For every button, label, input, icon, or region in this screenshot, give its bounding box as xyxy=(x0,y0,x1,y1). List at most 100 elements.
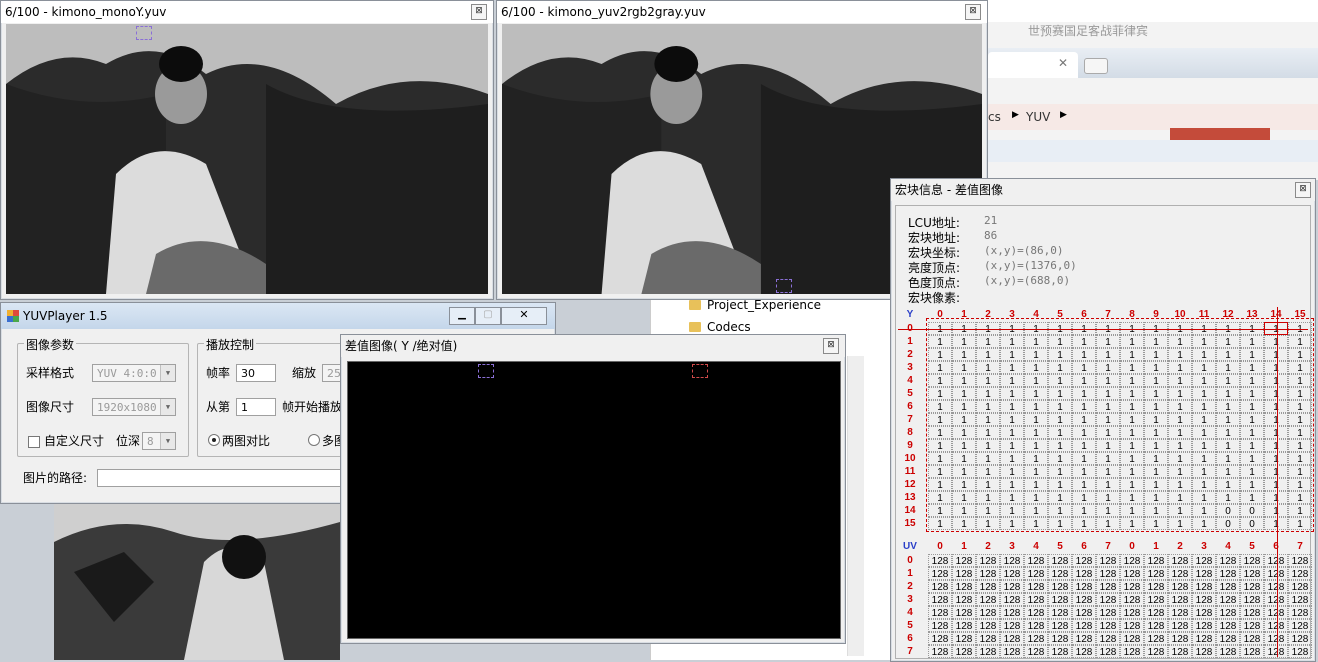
chroma-cell[interactable]: 128 xyxy=(1288,580,1312,593)
luma-cell[interactable]: 1 xyxy=(1072,465,1096,478)
chroma-cell[interactable]: 128 xyxy=(1240,554,1264,567)
chroma-cell[interactable]: 128 xyxy=(1144,580,1168,593)
luma-cell[interactable]: 1 xyxy=(1048,335,1072,348)
chroma-cell[interactable]: 128 xyxy=(1048,645,1072,658)
luma-cell[interactable]: 1 xyxy=(1240,335,1264,348)
chroma-cell[interactable]: 128 xyxy=(952,606,976,619)
chroma-cell[interactable]: 128 xyxy=(1048,554,1072,567)
luma-cell[interactable]: 1 xyxy=(1000,361,1024,374)
luma-cell[interactable]: 1 xyxy=(1144,374,1168,387)
luma-cell[interactable]: 1 xyxy=(952,504,976,517)
luma-cell[interactable]: 1 xyxy=(952,426,976,439)
luma-cell[interactable]: 1 xyxy=(928,517,952,530)
luma-cell[interactable]: 1 xyxy=(976,517,1000,530)
chroma-cell[interactable]: 128 xyxy=(1168,554,1192,567)
luma-cell[interactable]: 1 xyxy=(1216,491,1240,504)
chroma-cell[interactable]: 128 xyxy=(1168,606,1192,619)
chroma-cell[interactable]: 128 xyxy=(1288,619,1312,632)
luma-cell[interactable]: 0 xyxy=(1240,504,1264,517)
tab-close-icon[interactable]: ✕ xyxy=(1058,56,1068,70)
luma-cell[interactable]: 1 xyxy=(928,504,952,517)
luma-cell[interactable]: 1 xyxy=(1168,439,1192,452)
luma-cell[interactable]: 1 xyxy=(1024,465,1048,478)
chroma-cell[interactable]: 128 xyxy=(1096,606,1120,619)
luma-cell[interactable]: 1 xyxy=(1192,465,1216,478)
luma-cell[interactable]: 1 xyxy=(1072,361,1096,374)
luma-cell[interactable]: 1 xyxy=(1216,374,1240,387)
luma-cell[interactable]: 0 xyxy=(1216,517,1240,530)
luma-cell[interactable]: 1 xyxy=(1144,387,1168,400)
chroma-cell[interactable]: 128 xyxy=(1096,645,1120,658)
luma-cell[interactable]: 1 xyxy=(1048,465,1072,478)
luma-cell[interactable]: 1 xyxy=(1192,426,1216,439)
luma-cell[interactable]: 1 xyxy=(1048,504,1072,517)
luma-cell[interactable]: 1 xyxy=(1048,387,1072,400)
luma-cell[interactable]: 1 xyxy=(1192,387,1216,400)
luma-cell[interactable]: 1 xyxy=(952,400,976,413)
luma-cell[interactable]: 1 xyxy=(1024,491,1048,504)
luma-cell[interactable]: 1 xyxy=(1000,335,1024,348)
chroma-cell[interactable]: 128 xyxy=(1000,580,1024,593)
luma-cell[interactable]: 1 xyxy=(1168,478,1192,491)
chroma-cell[interactable]: 128 xyxy=(1048,593,1072,606)
luma-cell[interactable]: 1 xyxy=(1072,413,1096,426)
chroma-cell[interactable]: 128 xyxy=(1264,632,1288,645)
chroma-cell[interactable]: 128 xyxy=(1096,593,1120,606)
chroma-cell[interactable]: 128 xyxy=(928,567,952,580)
chroma-cell[interactable]: 128 xyxy=(1096,567,1120,580)
luma-cell[interactable]: 1 xyxy=(1192,452,1216,465)
luma-cell[interactable]: 1 xyxy=(1072,374,1096,387)
chroma-cell[interactable]: 128 xyxy=(952,554,976,567)
luma-cell[interactable]: 1 xyxy=(1168,374,1192,387)
luma-cell[interactable]: 1 xyxy=(928,478,952,491)
chroma-cell[interactable]: 128 xyxy=(1216,593,1240,606)
chroma-cell[interactable]: 128 xyxy=(1024,619,1048,632)
chroma-cell[interactable]: 128 xyxy=(1000,554,1024,567)
luma-cell[interactable]: 1 xyxy=(1096,400,1120,413)
chroma-cell[interactable]: 128 xyxy=(1240,593,1264,606)
luma-cell[interactable]: 1 xyxy=(1168,413,1192,426)
luma-cell[interactable]: 1 xyxy=(1144,426,1168,439)
chroma-cell[interactable]: 128 xyxy=(1264,554,1288,567)
luma-cell[interactable]: 1 xyxy=(1072,348,1096,361)
luma-cell[interactable]: 1 xyxy=(1216,478,1240,491)
breadcrumb-cs[interactable]: cs xyxy=(988,110,1001,124)
luma-cell[interactable]: 1 xyxy=(1000,491,1024,504)
luma-cell[interactable]: 1 xyxy=(928,387,952,400)
luma-cell[interactable]: 1 xyxy=(1240,400,1264,413)
luma-cell[interactable]: 1 xyxy=(1072,387,1096,400)
chroma-cell[interactable]: 128 xyxy=(1144,567,1168,580)
chroma-cell[interactable]: 128 xyxy=(928,632,952,645)
minimize-button[interactable]: ▁ xyxy=(449,307,475,325)
chroma-cell[interactable]: 128 xyxy=(1072,619,1096,632)
chroma-cell[interactable]: 128 xyxy=(976,554,1000,567)
close-icon[interactable]: ⊠ xyxy=(471,4,487,20)
luma-cell[interactable]: 1 xyxy=(1096,348,1120,361)
chroma-cell[interactable]: 128 xyxy=(1072,580,1096,593)
luma-cell[interactable]: 1 xyxy=(1216,452,1240,465)
luma-cell[interactable]: 1 xyxy=(1288,439,1312,452)
chroma-cell[interactable]: 128 xyxy=(1048,619,1072,632)
luma-cell[interactable]: 1 xyxy=(952,491,976,504)
luma-cell[interactable]: 1 xyxy=(1192,439,1216,452)
luma-cell[interactable]: 1 xyxy=(1072,452,1096,465)
luma-cell[interactable]: 1 xyxy=(1120,491,1144,504)
luma-cell[interactable]: 1 xyxy=(1264,400,1288,413)
chroma-cell[interactable]: 128 xyxy=(1264,619,1288,632)
close-icon[interactable]: ⊠ xyxy=(1295,182,1311,198)
explorer-scrollbar[interactable] xyxy=(847,356,864,656)
luma-cell[interactable]: 1 xyxy=(928,335,952,348)
luma-cell[interactable]: 1 xyxy=(1144,491,1168,504)
chroma-cell[interactable]: 128 xyxy=(1240,606,1264,619)
chroma-cell[interactable]: 128 xyxy=(1096,554,1120,567)
compare-two-radio[interactable] xyxy=(208,434,220,446)
luma-cell[interactable]: 1 xyxy=(976,400,1000,413)
luma-cell[interactable]: 1 xyxy=(928,413,952,426)
chroma-cell[interactable]: 128 xyxy=(1000,593,1024,606)
luma-cell[interactable]: 1 xyxy=(1288,361,1312,374)
luma-cell[interactable]: 1 xyxy=(1144,400,1168,413)
luma-cell[interactable]: 1 xyxy=(1120,478,1144,491)
luma-cell[interactable]: 1 xyxy=(1192,517,1216,530)
luma-cell[interactable]: 1 xyxy=(1000,400,1024,413)
luma-cell[interactable]: 1 xyxy=(1240,348,1264,361)
